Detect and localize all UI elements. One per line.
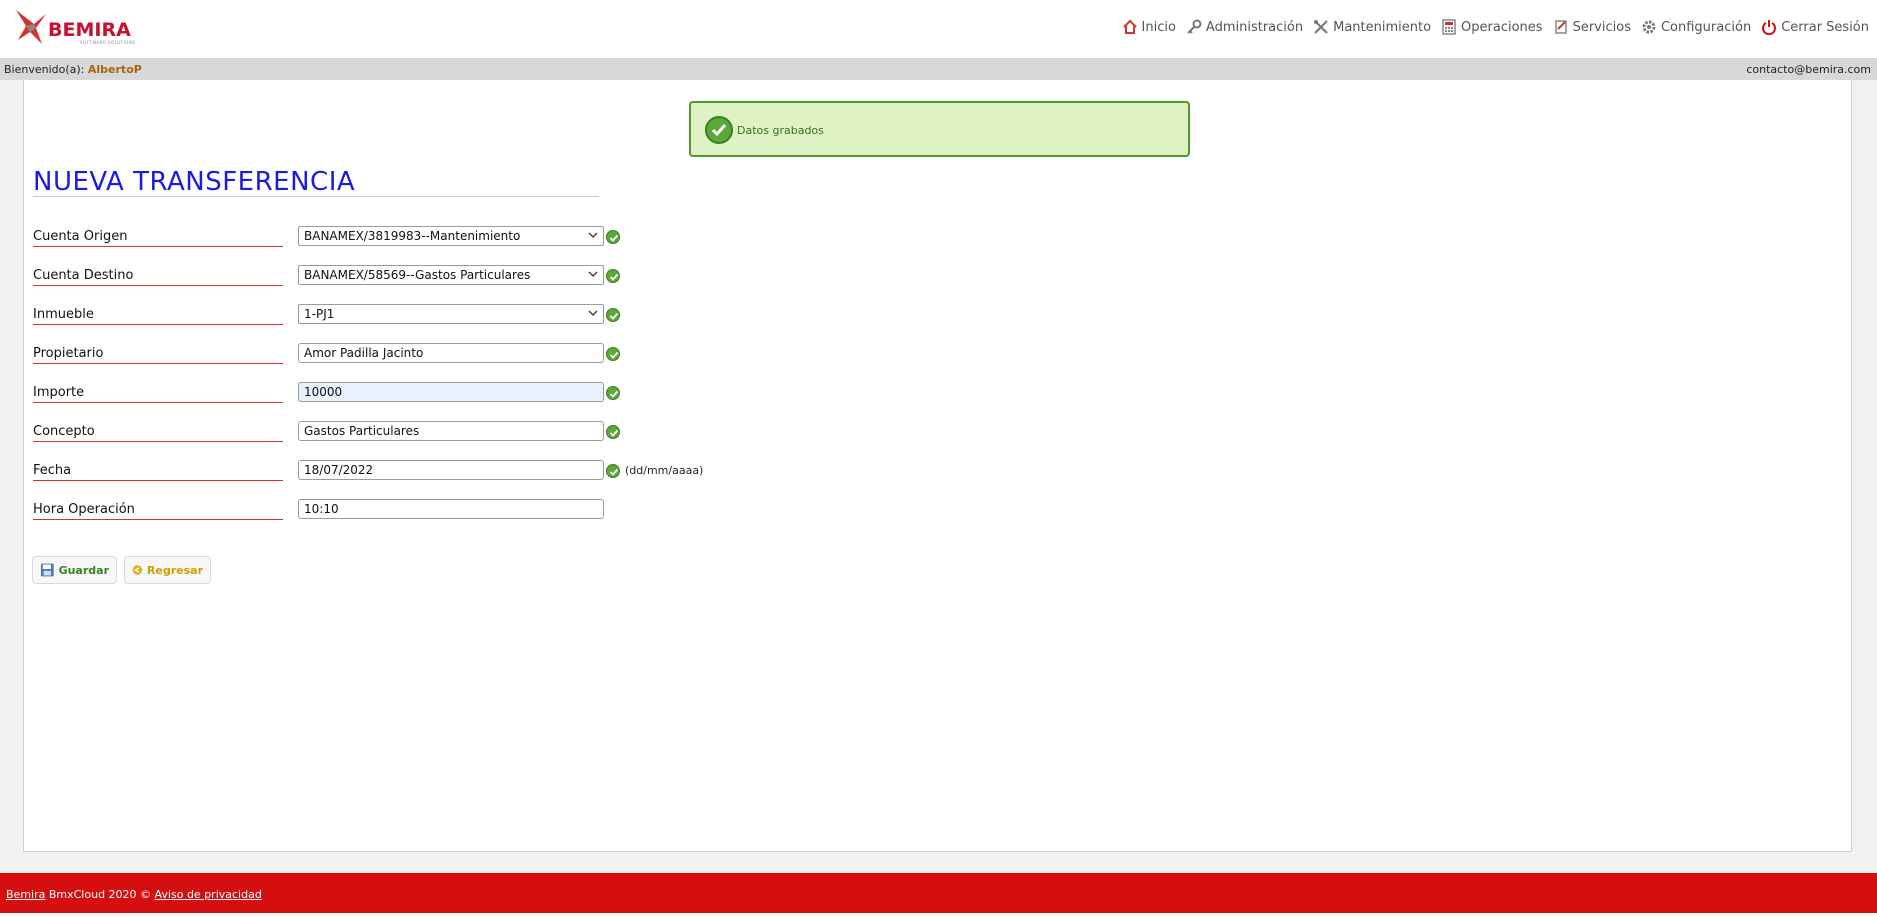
field-label: Fecha (33, 463, 283, 481)
nav-mantenimiento-label: Mantenimiento (1333, 19, 1432, 35)
chevron-down-icon (588, 271, 598, 277)
field-label: Cuenta Origen (33, 229, 283, 247)
select-value: BANAMEX/58569--Gastos Particulares (304, 268, 531, 282)
valid-check-icon (606, 347, 620, 361)
field-propietario: Propietario Amor Padilla Jacinto (33, 343, 933, 374)
input-value: 10:10 (304, 502, 339, 516)
field-inmueble: Inmueble 1-PJ1 (33, 304, 933, 335)
back-arrow-icon (132, 565, 143, 575)
importe-input[interactable]: 10000 (298, 382, 604, 402)
concepto-input[interactable]: Gastos Particulares (298, 421, 604, 441)
nav-servicios[interactable]: Servicios (1553, 19, 1631, 35)
welcome-text: Bienvenido(a): AlbertoP (4, 63, 142, 76)
valid-check-icon (606, 308, 620, 322)
propietario-input[interactable]: Amor Padilla Jacinto (298, 343, 604, 363)
hora-operacion-input[interactable]: 10:10 (298, 499, 604, 519)
valid-check-icon (606, 269, 620, 283)
nav-configuracion-label: Configuración (1660, 19, 1752, 35)
tools-icon (1313, 19, 1329, 35)
field-concepto: Concepto Gastos Particulares (33, 421, 933, 452)
input-value: Amor Padilla Jacinto (304, 346, 424, 360)
nav-inicio-label: Inicio (1141, 19, 1176, 35)
main-nav: Inicio Administración Mantenimiento Oper… (1112, 17, 1869, 37)
field-label: Concepto (33, 424, 283, 442)
bemira-logo[interactable]: BEMIRA SOFTWARE SOLUTIONS (12, 6, 142, 50)
chevron-down-icon (588, 232, 598, 238)
input-value: 18/07/2022 (304, 463, 374, 477)
key-icon (1186, 19, 1202, 35)
nav-operaciones[interactable]: Operaciones (1441, 19, 1543, 35)
valid-check-icon (606, 230, 620, 244)
field-cuenta-origen: Cuenta Origen BANAMEX/3819983--Mantenimi… (33, 226, 933, 257)
inmueble-select[interactable]: 1-PJ1 (298, 304, 604, 324)
select-value: BANAMEX/3819983--Mantenimiento (304, 229, 521, 243)
welcome-bar: Bienvenido(a): AlbertoP contacto@bemira.… (0, 58, 1877, 80)
valid-check-icon (606, 464, 620, 478)
logo-subtext: SOFTWARE SOLUTIONS (80, 40, 136, 45)
field-fecha: Fecha 18/07/2022 (dd/mm/aaaa) (33, 460, 933, 491)
field-label: Propietario (33, 346, 283, 364)
field-importe: Importe 10000 (33, 382, 933, 413)
top-header: BEMIRA SOFTWARE SOLUTIONS Inicio Adminis… (0, 0, 1877, 58)
document-icon (1553, 19, 1569, 35)
chevron-down-icon (588, 310, 598, 316)
nav-servicios-label: Servicios (1572, 19, 1631, 35)
input-value: 10000 (304, 385, 343, 399)
fecha-input[interactable]: 18/07/2022 (298, 460, 604, 480)
field-label: Cuenta Destino (33, 268, 283, 286)
nav-administracion-label: Administración (1205, 19, 1304, 35)
field-label: Hora Operación (33, 502, 283, 520)
back-button[interactable]: Regresar (124, 556, 211, 584)
select-value: 1-PJ1 (304, 307, 335, 321)
welcome-prefix: Bienvenido(a): (4, 63, 85, 76)
nav-administracion[interactable]: Administración (1186, 19, 1303, 35)
power-icon (1761, 19, 1777, 35)
success-alert: Datos grabados (689, 101, 1190, 157)
logo-text: BEMIRA (48, 19, 131, 41)
field-hora-operacion: Hora Operación 10:10 (33, 499, 933, 530)
save-button-label: Guardar (58, 563, 109, 577)
nav-configuracion[interactable]: Configuración (1641, 19, 1751, 35)
contact-email: contacto@bemira.com (1746, 63, 1871, 76)
nav-cerrar-sesion[interactable]: Cerrar Sesión (1761, 19, 1869, 35)
footer-copyright: BmxCloud 2020 © (45, 888, 155, 901)
field-label: Inmueble (33, 307, 283, 325)
date-format-hint: (dd/mm/aaaa) (625, 464, 704, 477)
input-value: Gastos Particulares (304, 424, 420, 438)
logo-star-icon (16, 10, 46, 44)
welcome-username: AlbertoP (87, 63, 142, 76)
page-footer: Bemira BmxCloud 2020 © Aviso de privacid… (0, 873, 1877, 913)
nav-inicio[interactable]: Inicio (1122, 19, 1176, 35)
valid-check-icon (606, 425, 620, 439)
valid-check-icon (606, 386, 620, 400)
footer-text: Bemira BmxCloud 2020 © Aviso de privacid… (6, 888, 262, 901)
page-title: NUEVA TRANSFERENCIA (33, 167, 599, 197)
gear-icon (1641, 19, 1657, 35)
floppy-disk-icon (40, 563, 54, 577)
cuenta-origen-select[interactable]: BANAMEX/3819983--Mantenimiento (298, 226, 604, 246)
back-button-label: Regresar (146, 563, 203, 577)
field-label: Importe (33, 385, 283, 403)
cuenta-destino-select[interactable]: BANAMEX/58569--Gastos Particulares (298, 265, 604, 285)
nav-mantenimiento[interactable]: Mantenimiento (1313, 19, 1431, 35)
nav-cerrar-sesion-label: Cerrar Sesión (1781, 19, 1869, 35)
check-circle-icon (705, 116, 733, 144)
field-cuenta-destino: Cuenta Destino BANAMEX/58569--Gastos Par… (33, 265, 933, 296)
nav-operaciones-label: Operaciones (1461, 19, 1543, 35)
footer-bemira-link[interactable]: Bemira (6, 888, 45, 901)
calculator-icon (1441, 19, 1457, 35)
success-message: Datos grabados (737, 124, 824, 137)
save-button[interactable]: Guardar (32, 556, 117, 584)
footer-privacy-link[interactable]: Aviso de privacidad (155, 888, 262, 901)
home-icon (1122, 19, 1138, 35)
